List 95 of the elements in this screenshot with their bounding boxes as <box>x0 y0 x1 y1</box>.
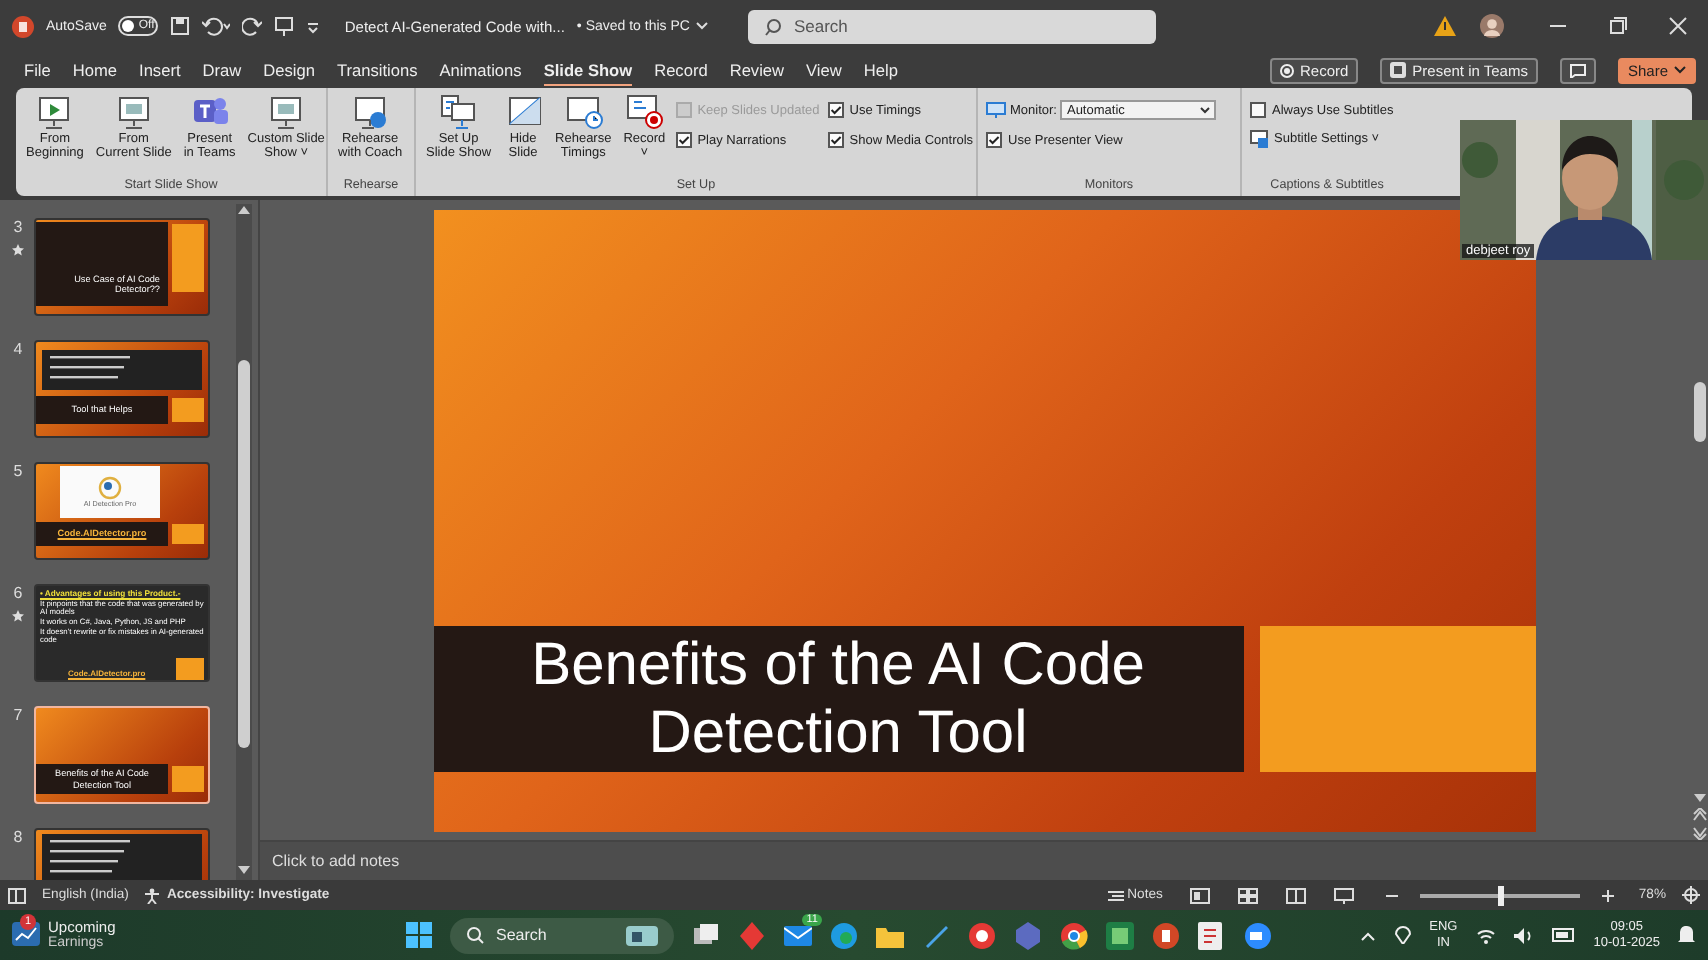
start-icon[interactable] <box>406 922 432 948</box>
menu-tab[interactable]: Review <box>729 54 785 86</box>
setup-icon <box>438 92 479 130</box>
scrollbar-thumb[interactable] <box>238 360 250 748</box>
fit-slide-icon[interactable] <box>1682 886 1700 904</box>
checkbox-icon[interactable] <box>675 132 692 148</box>
spreadsheet-icon[interactable] <box>1106 921 1134 949</box>
accessibility-icon <box>144 887 161 903</box>
task-view-icon[interactable] <box>692 921 720 949</box>
menu-tab[interactable]: Home <box>72 54 118 86</box>
screen-icon <box>113 92 154 130</box>
menu-tab[interactable]: Slide Show <box>543 54 633 86</box>
notes-app-icon[interactable] <box>1198 921 1226 949</box>
comment-button[interactable] <box>1559 57 1596 83</box>
avatar-icon[interactable] <box>1480 14 1504 38</box>
location-icon[interactable] <box>1393 926 1412 944</box>
record-icon <box>1279 63 1294 77</box>
video-call-icon[interactable] <box>1244 921 1272 949</box>
presentation-icon[interactable] <box>274 16 295 36</box>
restore-icon[interactable] <box>1608 16 1628 36</box>
slide-number: 6 <box>13 584 23 602</box>
scroll-down-icon[interactable] <box>1691 792 1707 804</box>
browser-icon[interactable] <box>830 921 858 949</box>
caret-icon[interactable] <box>695 22 708 30</box>
slide-panel-icon[interactable] <box>8 887 26 903</box>
customize-caret-icon[interactable] <box>306 18 321 34</box>
battery-icon[interactable] <box>1551 928 1576 942</box>
next-slide-icon[interactable] <box>1691 826 1707 840</box>
slide-number: 5 <box>13 462 23 480</box>
search-icon <box>466 926 484 944</box>
subtitle-icon <box>1250 130 1268 148</box>
diamond-app-icon[interactable] <box>738 921 766 949</box>
menu-tab[interactable]: File <box>24 54 51 86</box>
chrome-icon[interactable] <box>1060 921 1088 949</box>
slide-thumbnail[interactable] <box>34 584 210 682</box>
normal-view-icon[interactable] <box>1190 887 1211 903</box>
brain-logo-icon <box>98 476 122 500</box>
slide-number: 4 <box>13 340 23 358</box>
slide-number: 8 <box>13 828 23 846</box>
checkbox-icon[interactable] <box>986 132 1002 148</box>
wifi-icon[interactable] <box>1475 927 1496 943</box>
menu-tab[interactable]: Design <box>263 54 315 86</box>
close-icon[interactable] <box>1668 16 1688 36</box>
tray-chevron-icon[interactable] <box>1359 929 1376 941</box>
powerpoint-icon[interactable] <box>1152 921 1180 949</box>
taskbar-search[interactable]: Search <box>450 917 674 953</box>
checkbox-icon[interactable] <box>827 132 844 148</box>
search-field[interactable]: Search <box>747 9 1156 43</box>
pen-icon[interactable] <box>922 921 950 949</box>
menu-tab[interactable]: Insert <box>139 54 181 86</box>
coach-icon <box>350 92 391 130</box>
scroll-up-icon[interactable] <box>236 204 252 216</box>
search-icon <box>763 17 782 35</box>
slide-number: 7 <box>13 706 23 724</box>
play-icon <box>34 92 75 130</box>
scroll-down-icon[interactable] <box>236 864 252 876</box>
zoom-slider-thumb[interactable] <box>1498 885 1505 905</box>
volume-icon[interactable] <box>1513 927 1534 943</box>
menu-tab[interactable]: Record <box>654 54 708 86</box>
menu-tab[interactable]: Help <box>863 54 898 86</box>
checkbox-icon[interactable] <box>1250 102 1266 118</box>
notification-bell-icon[interactable] <box>1678 925 1696 945</box>
search-highlight-icon <box>626 925 658 945</box>
undo-icon[interactable] <box>202 16 231 36</box>
teams-icon <box>1390 62 1407 78</box>
save-icon[interactable] <box>170 16 191 36</box>
zoom-out-icon[interactable] <box>1386 889 1399 901</box>
monitor-icon <box>986 102 1006 118</box>
hide-icon <box>503 92 544 130</box>
warning-icon <box>1434 16 1456 36</box>
menu-tab[interactable]: Transitions <box>336 54 418 86</box>
slide-sorter-icon[interactable] <box>1238 887 1259 903</box>
zoom-in-icon[interactable] <box>1602 889 1615 901</box>
notes-field[interactable]: Click to add notes <box>272 852 400 870</box>
target-app-icon[interactable] <box>968 921 996 949</box>
redo-icon[interactable] <box>242 16 263 36</box>
reading-view-icon[interactable] <box>1286 887 1307 903</box>
slide-number: 3 <box>13 218 23 236</box>
app-logo-icon <box>12 15 34 37</box>
mail-icon[interactable] <box>784 921 812 949</box>
slide-show-icon[interactable] <box>1334 887 1355 903</box>
scrollbar-thumb[interactable] <box>1693 382 1705 442</box>
caret-icon <box>1674 66 1686 74</box>
notes-icon <box>1107 889 1124 901</box>
screen-icon <box>266 92 307 130</box>
caret-icon <box>1200 106 1211 114</box>
menu-tab[interactable]: Animations <box>439 54 522 86</box>
comment-icon <box>1569 63 1586 77</box>
previous-slide-icon[interactable] <box>1691 808 1707 822</box>
menu-tab[interactable]: View <box>806 54 842 86</box>
record-icon <box>624 92 665 130</box>
people-icon <box>189 92 230 130</box>
checkbox-icon[interactable] <box>827 102 844 118</box>
timer-icon <box>563 92 604 130</box>
menu-tab[interactable]: Draw <box>202 54 242 86</box>
